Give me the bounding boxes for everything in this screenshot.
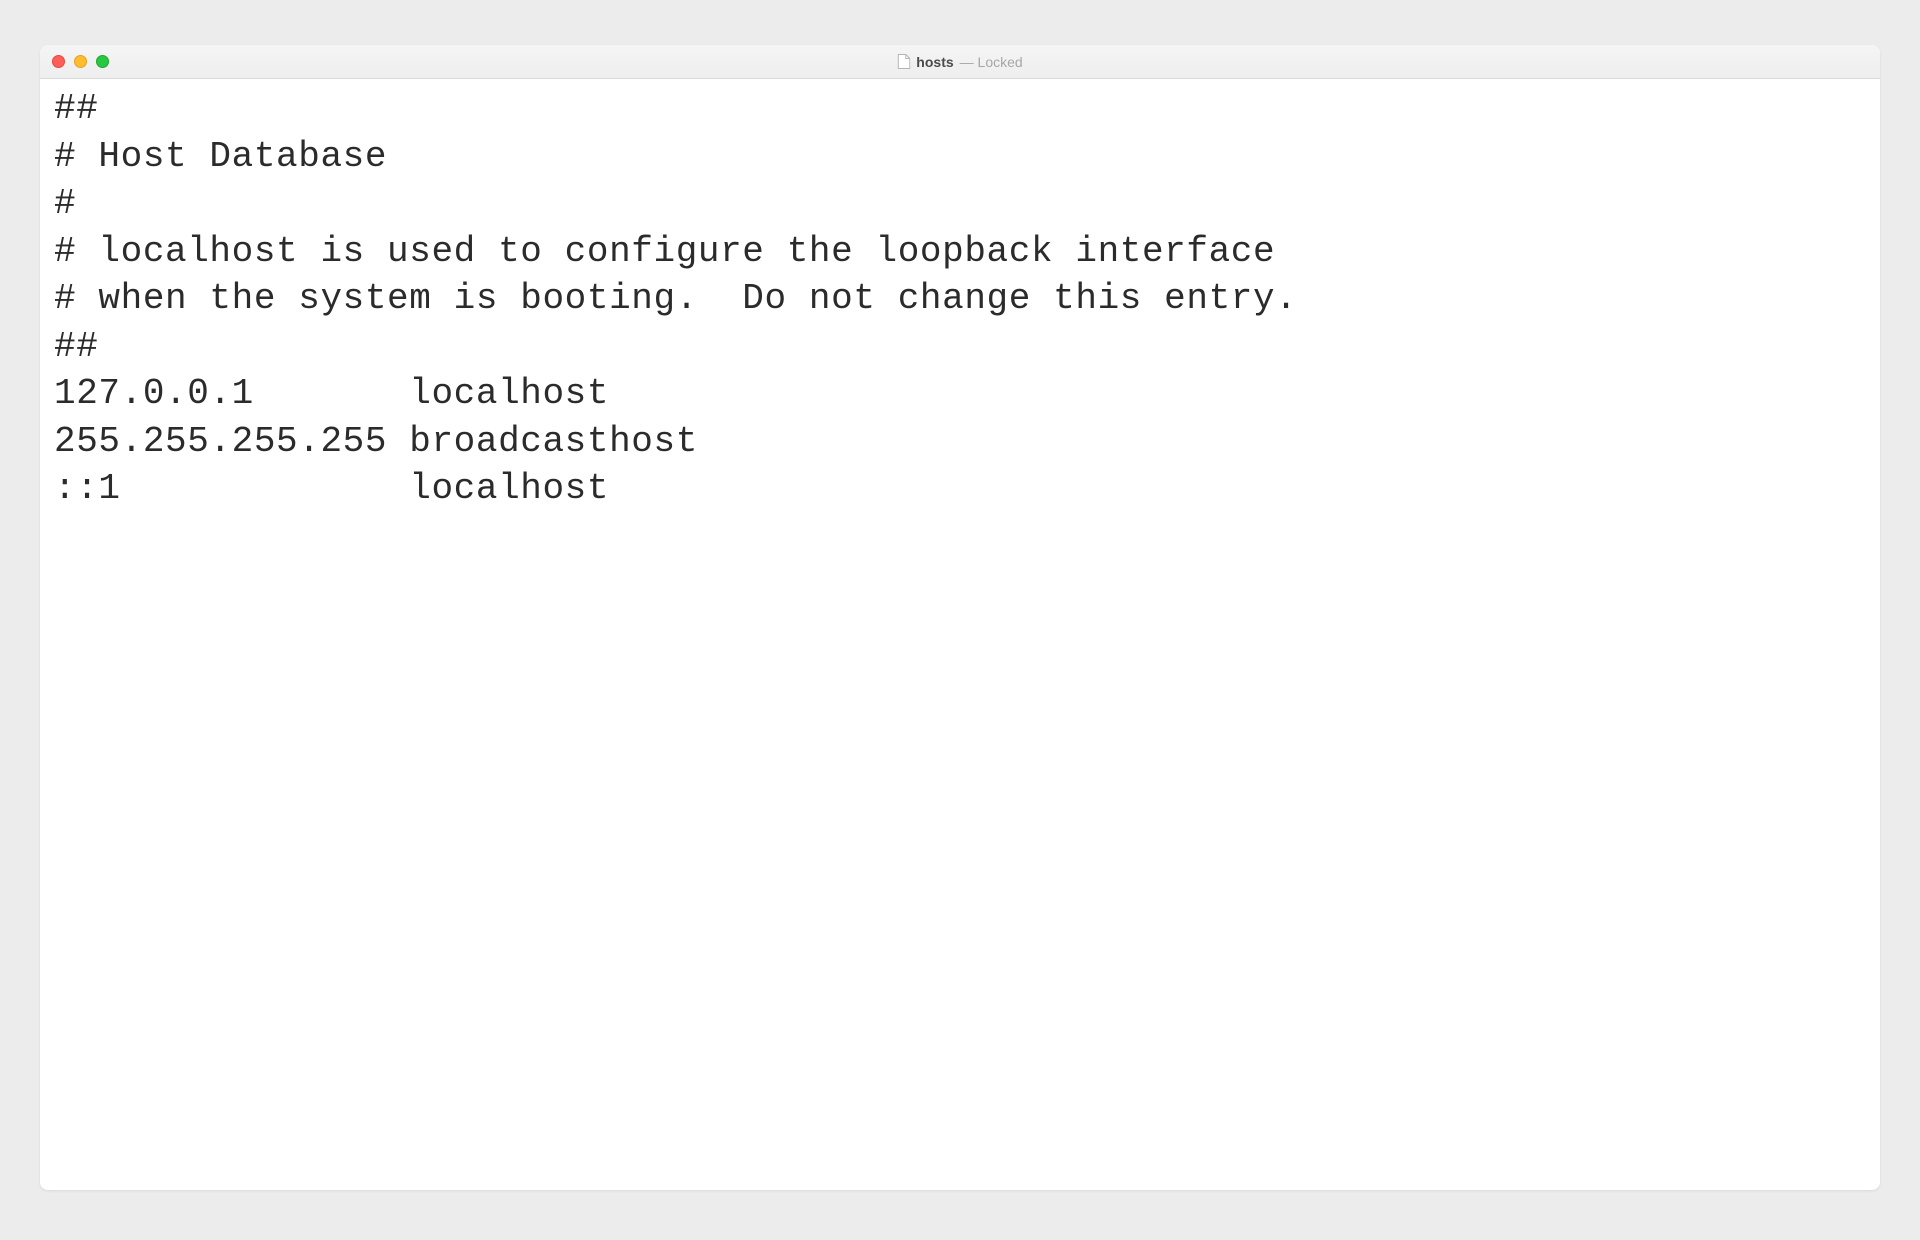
status-label: — Locked (960, 54, 1023, 70)
text-edit-window: hosts — Locked ## # Host Database # # lo… (40, 45, 1880, 1190)
traffic-lights (52, 55, 109, 68)
text-editor-content[interactable]: ## # Host Database # # localhost is used… (40, 79, 1880, 1190)
close-button[interactable] (52, 55, 65, 68)
window-title: hosts — Locked (897, 54, 1022, 70)
filename-label: hosts (916, 54, 953, 70)
zoom-button[interactable] (96, 55, 109, 68)
minimize-button[interactable] (74, 55, 87, 68)
window-titlebar[interactable]: hosts — Locked (40, 45, 1880, 79)
document-icon (897, 54, 910, 69)
